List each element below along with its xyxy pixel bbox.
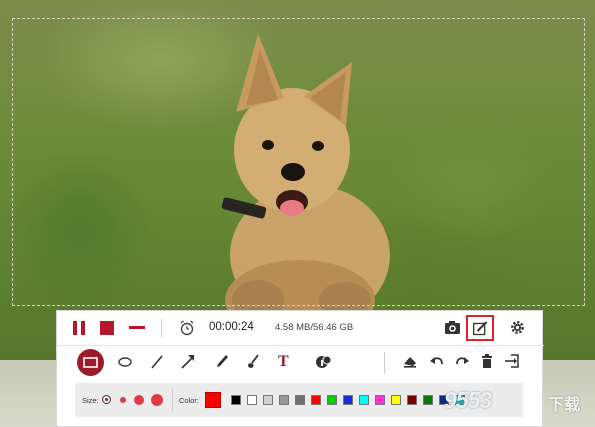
camera-icon[interactable]	[444, 320, 461, 335]
color-swatch-dark-green[interactable]	[423, 395, 433, 405]
color-label: Color:	[179, 396, 200, 405]
color-swatch-yellow[interactable]	[391, 395, 401, 405]
color-swatch-cyan[interactable]	[359, 395, 369, 405]
size-option-small[interactable]	[120, 397, 126, 403]
timer-text: 00:00:24	[209, 321, 254, 333]
control-row: 00:00:24 4.58 MB/56.46 GB	[57, 311, 544, 346]
size-option-large[interactable]	[151, 394, 163, 406]
pause-icon[interactable]	[71, 321, 87, 335]
color-swatch-red[interactable]	[311, 395, 321, 405]
trash-icon[interactable]	[481, 354, 493, 368]
edit-button[interactable]	[466, 315, 494, 341]
rectangle-tool-button[interactable]	[77, 349, 104, 376]
watermark-text: 下载	[548, 397, 581, 414]
undo-icon[interactable]	[430, 355, 444, 367]
drawing-tools-row: T	[57, 346, 544, 380]
color-swatch-light-gray[interactable]	[263, 395, 273, 405]
stop-icon[interactable]	[100, 321, 114, 335]
color-swatch-dark-gray[interactable]	[295, 395, 305, 405]
size-option-selected[interactable]	[102, 395, 111, 404]
color-swatch-green[interactable]	[327, 395, 337, 405]
minimize-icon[interactable]	[129, 326, 145, 330]
text-tool[interactable]: T	[278, 353, 289, 371]
file-size-text: 4.58 MB/56.46 GB	[275, 322, 354, 333]
size-option-medium[interactable]	[134, 395, 144, 405]
color-swatch-black[interactable]	[231, 395, 241, 405]
color-swatch-dark-red[interactable]	[407, 395, 417, 405]
settings-gear-icon[interactable]	[509, 319, 526, 336]
size-label: Size:	[82, 396, 99, 405]
line-icon[interactable]	[151, 355, 163, 369]
color-swatch-magenta[interactable]	[375, 395, 385, 405]
color-swatch-blue[interactable]	[343, 395, 353, 405]
edit-icon	[473, 321, 488, 336]
exit-icon[interactable]	[505, 354, 519, 368]
watermark-number: 9553	[444, 387, 492, 413]
selected-color-swatch[interactable]	[205, 392, 221, 408]
divider	[172, 389, 173, 411]
color-swatch-white[interactable]	[247, 395, 257, 405]
callout-icon[interactable]	[315, 354, 333, 369]
selection-frame[interactable]	[12, 18, 585, 306]
brush-icon[interactable]	[247, 354, 260, 369]
rectangle-icon	[83, 357, 98, 368]
alarm-clock-icon[interactable]	[179, 320, 195, 336]
divider	[161, 319, 162, 337]
divider	[384, 352, 385, 374]
redo-icon[interactable]	[455, 355, 469, 367]
ellipse-icon[interactable]	[118, 357, 132, 367]
color-swatch-gray[interactable]	[279, 395, 289, 405]
arrow-icon[interactable]	[181, 354, 195, 369]
eraser-icon[interactable]	[403, 356, 417, 368]
pen-icon[interactable]	[216, 354, 229, 369]
